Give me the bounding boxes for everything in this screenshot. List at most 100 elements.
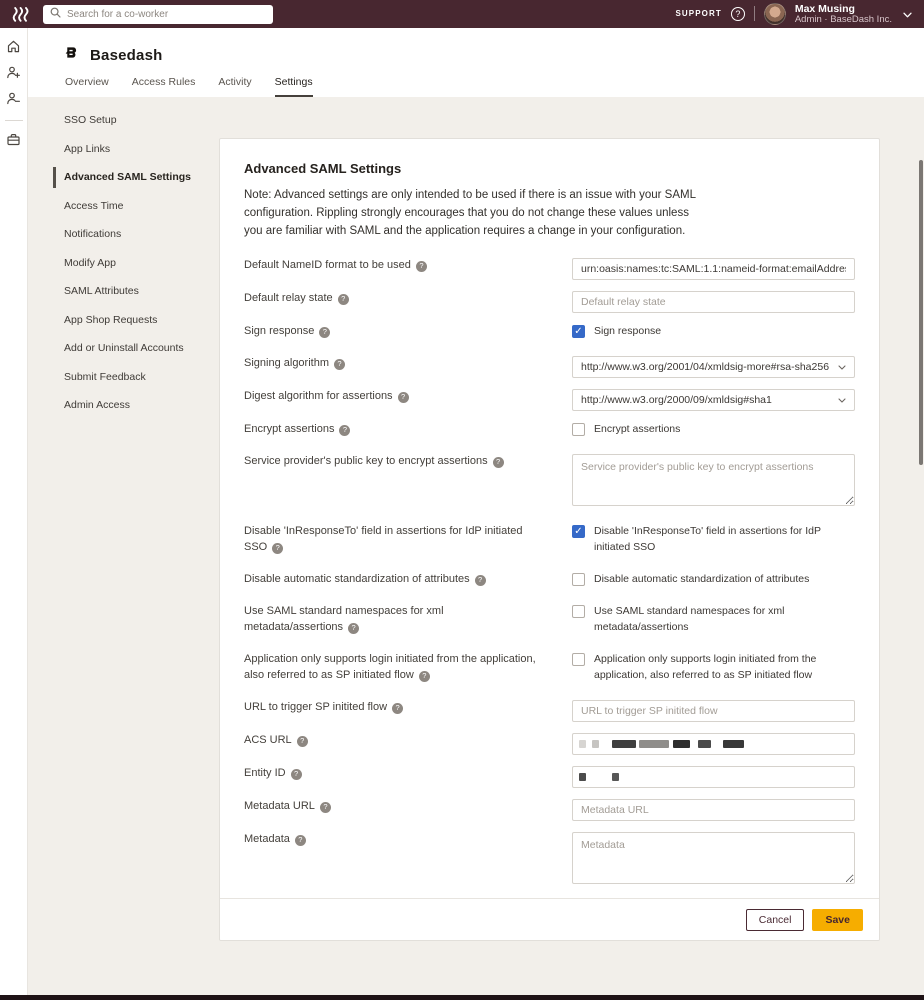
sidebar-item-app-links[interactable]: App Links bbox=[53, 139, 228, 160]
field-row: Application only supports login initiate… bbox=[244, 652, 855, 684]
help-icon[interactable]: ? bbox=[319, 327, 330, 338]
help-icon[interactable]: ? bbox=[731, 7, 745, 21]
scrollbar-thumb[interactable] bbox=[919, 160, 923, 465]
sidebar-item-submit-feedback[interactable]: Submit Feedback bbox=[53, 367, 228, 388]
user-avatar[interactable] bbox=[764, 3, 786, 25]
sp-flow-url-input[interactable] bbox=[572, 700, 855, 722]
disable-inresponseto-checkbox[interactable] bbox=[572, 525, 585, 538]
help-icon[interactable]: ? bbox=[348, 623, 359, 634]
cancel-button[interactable]: Cancel bbox=[746, 909, 805, 931]
save-button[interactable]: Save bbox=[812, 909, 863, 931]
help-icon[interactable]: ? bbox=[475, 575, 486, 586]
remove-user-icon[interactable] bbox=[6, 90, 22, 106]
panel-title: Advanced SAML Settings bbox=[244, 161, 855, 176]
field-row: Metadata URL? bbox=[244, 799, 855, 821]
checkbox-label: Sign response bbox=[594, 324, 661, 340]
field-label: URL to trigger SP initited flow? bbox=[244, 700, 556, 716]
sidebar-item-modify-app[interactable]: Modify App bbox=[53, 253, 228, 274]
field-label: Encrypt assertions? bbox=[244, 422, 556, 438]
panel-note: Note: Advanced settings are only intende… bbox=[244, 186, 696, 240]
metadata-url-input[interactable] bbox=[572, 799, 855, 821]
sidebar-item-access-time[interactable]: Access Time bbox=[53, 196, 228, 217]
field-row: Disable automatic standardization of att… bbox=[244, 572, 855, 588]
search-icon bbox=[50, 5, 61, 23]
checkbox-label: Encrypt assertions bbox=[594, 422, 680, 438]
field-label: Application only supports login initiate… bbox=[244, 652, 556, 684]
sp-initiated-only-checkbox[interactable] bbox=[572, 653, 585, 666]
field-row: Sign response? Sign response bbox=[244, 324, 855, 340]
briefcase-icon[interactable] bbox=[6, 131, 22, 147]
entity-id-input[interactable] bbox=[572, 766, 855, 788]
coworker-search[interactable] bbox=[43, 5, 273, 24]
user-menu[interactable]: Max Musing Admin · BaseDash Inc. bbox=[795, 3, 892, 26]
sidebar-item-add-or-uninstall-accounts[interactable]: Add or Uninstall Accounts bbox=[53, 338, 228, 359]
field-label: Default relay state? bbox=[244, 291, 556, 307]
field-row: Digest algorithm for assertions? http://… bbox=[244, 389, 855, 411]
field-row: Entity ID? bbox=[244, 766, 855, 788]
help-icon[interactable]: ? bbox=[419, 671, 430, 682]
help-icon[interactable]: ? bbox=[291, 769, 302, 780]
checkbox-label: Disable 'InResponseTo' field in assertio… bbox=[594, 524, 855, 556]
chevron-down-icon bbox=[838, 361, 846, 373]
help-icon[interactable]: ? bbox=[493, 457, 504, 468]
basedash-logo bbox=[64, 45, 79, 65]
encrypt-assertions-checkbox[interactable] bbox=[572, 423, 585, 436]
help-icon[interactable]: ? bbox=[398, 392, 409, 403]
rippling-logo-icon[interactable] bbox=[12, 7, 31, 22]
checkbox-label: Use SAML standard namespaces for xml met… bbox=[594, 604, 855, 636]
field-label: Sign response? bbox=[244, 324, 556, 340]
default-relay-state-input[interactable] bbox=[572, 291, 855, 313]
chevron-down-icon[interactable] bbox=[903, 5, 912, 23]
sidebar-item-notifications[interactable]: Notifications bbox=[53, 224, 228, 245]
search-input[interactable] bbox=[67, 9, 266, 20]
settings-sidenav: SSO Setup App Links Advanced SAML Settin… bbox=[53, 110, 228, 424]
field-row: Default relay state? bbox=[244, 291, 855, 313]
field-row: Use SAML standard namespaces for xml met… bbox=[244, 604, 855, 636]
sidebar-item-advanced-saml-settings[interactable]: Advanced SAML Settings bbox=[53, 167, 228, 188]
advanced-saml-settings-panel: Advanced SAML Settings Note: Advanced se… bbox=[219, 138, 880, 941]
tab-settings[interactable]: Settings bbox=[275, 76, 313, 97]
top-bar: SUPPORT ? Max Musing Admin · BaseDash In… bbox=[0, 0, 924, 28]
field-label: Metadata URL? bbox=[244, 799, 556, 815]
page-title: Basedash bbox=[90, 47, 162, 64]
checkbox-label: Disable automatic standardization of att… bbox=[594, 572, 809, 588]
user-role: Admin · BaseDash Inc. bbox=[795, 15, 892, 26]
field-label: Use SAML standard namespaces for xml met… bbox=[244, 604, 556, 636]
chevron-down-icon bbox=[838, 394, 846, 406]
home-icon[interactable] bbox=[6, 38, 22, 54]
tab-bar: Overview Access Rules Activity Settings bbox=[65, 76, 313, 97]
help-icon[interactable]: ? bbox=[297, 736, 308, 747]
help-icon[interactable]: ? bbox=[416, 261, 427, 272]
acs-url-input[interactable] bbox=[572, 733, 855, 755]
help-icon[interactable]: ? bbox=[392, 703, 403, 714]
digest-algorithm-select[interactable]: http://www.w3.org/2000/09/xmldsig#sha1 bbox=[572, 389, 855, 411]
disable-standardization-checkbox[interactable] bbox=[572, 573, 585, 586]
field-label: Service provider's public key to encrypt… bbox=[244, 454, 556, 470]
rail-divider bbox=[5, 120, 23, 121]
help-icon[interactable]: ? bbox=[272, 543, 283, 554]
tab-overview[interactable]: Overview bbox=[65, 76, 109, 97]
default-nameid-format-input[interactable] bbox=[572, 258, 855, 280]
help-icon[interactable]: ? bbox=[338, 294, 349, 305]
sidebar-item-sso-setup[interactable]: SSO Setup bbox=[53, 110, 228, 131]
window-bottom-edge bbox=[0, 995, 924, 1000]
sidebar-item-saml-attributes[interactable]: SAML Attributes bbox=[53, 281, 228, 302]
support-link[interactable]: SUPPORT bbox=[675, 9, 721, 18]
saml-namespaces-checkbox[interactable] bbox=[572, 605, 585, 618]
sidebar-item-app-shop-requests[interactable]: App Shop Requests bbox=[53, 310, 228, 331]
checkbox-label: Application only supports login initiate… bbox=[594, 652, 855, 684]
sign-response-checkbox[interactable] bbox=[572, 325, 585, 338]
sp-public-key-textarea[interactable] bbox=[572, 454, 855, 506]
metadata-textarea[interactable] bbox=[572, 832, 855, 884]
tab-activity[interactable]: Activity bbox=[218, 76, 251, 97]
tab-access-rules[interactable]: Access Rules bbox=[132, 76, 196, 97]
add-user-icon[interactable] bbox=[6, 64, 22, 80]
help-icon[interactable]: ? bbox=[334, 359, 345, 370]
left-icon-rail bbox=[0, 28, 28, 995]
sidebar-item-admin-access[interactable]: Admin Access bbox=[53, 395, 228, 416]
help-icon[interactable]: ? bbox=[320, 802, 331, 813]
help-icon[interactable]: ? bbox=[339, 425, 350, 436]
field-label: Digest algorithm for assertions? bbox=[244, 389, 556, 405]
signing-algorithm-select[interactable]: http://www.w3.org/2001/04/xmldsig-more#r… bbox=[572, 356, 855, 378]
help-icon[interactable]: ? bbox=[295, 835, 306, 846]
